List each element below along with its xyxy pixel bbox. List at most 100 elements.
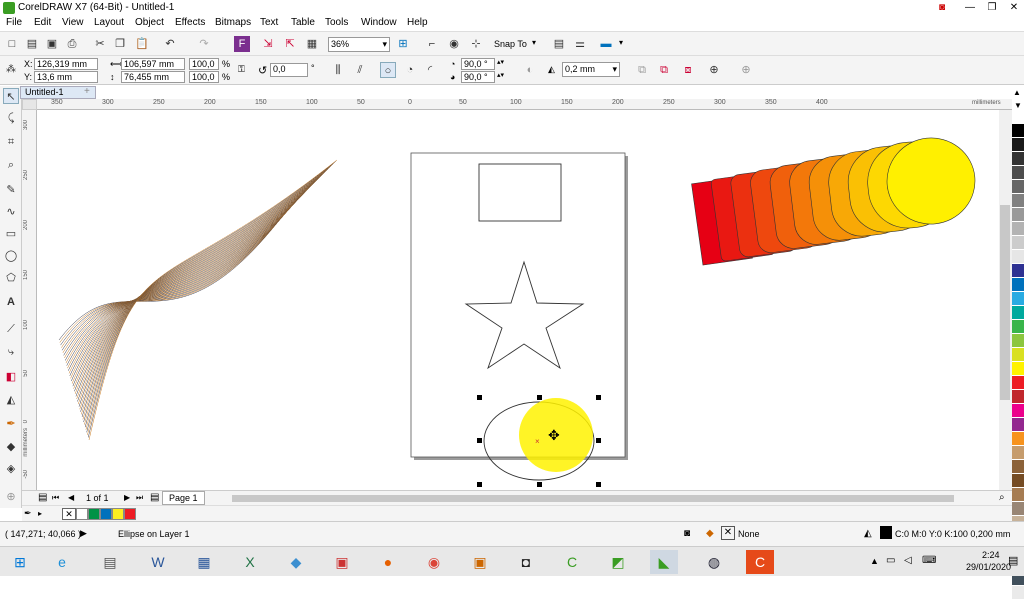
palette-swatch[interactable] <box>1012 376 1024 390</box>
palette-swatch[interactable] <box>1012 166 1024 180</box>
zoom-tool-icon[interactable]: ⌕ <box>3 157 19 173</box>
width-field[interactable]: 106,597 mm <box>121 58 185 70</box>
vertical-scrollbar[interactable] <box>999 110 1012 490</box>
notes-icon[interactable]: ◆ <box>282 550 310 574</box>
scale-y-field[interactable]: 100,0 <box>189 71 219 83</box>
options-icon[interactable]: ⚌ <box>572 36 588 52</box>
palette-swatch[interactable] <box>1012 180 1024 194</box>
palette-swatch[interactable] <box>1012 404 1024 418</box>
scroll-up-icon[interactable]: ▲ <box>1013 88 1021 97</box>
application-launcher-icon[interactable]: ▬ <box>598 36 614 52</box>
next-page-icon[interactable]: ▶ <box>124 493 130 502</box>
palette-swatch[interactable] <box>1012 418 1024 432</box>
eyedropper-tool-icon[interactable]: ✒ <box>3 416 19 432</box>
pick-tool-icon[interactable]: ↖ <box>3 88 19 104</box>
string-art-curves[interactable] <box>58 159 338 441</box>
access-icon[interactable]: ▣ <box>328 550 356 574</box>
show-rulers-icon[interactable]: ⌐ <box>424 36 440 52</box>
palette-menu-icon[interactable]: ▸ <box>38 509 42 518</box>
connector-tool-icon[interactable]: ⤷ <box>3 344 19 360</box>
save-icon[interactable]: ▣ <box>44 36 60 52</box>
edge-icon[interactable]: e <box>48 550 76 574</box>
palette-swatch[interactable] <box>1012 264 1024 278</box>
arc-mode-icon[interactable]: ◜ <box>422 62 438 78</box>
ruler-origin[interactable] <box>22 99 37 110</box>
prev-page-icon[interactable]: ◀ <box>68 493 74 502</box>
palette-swatch[interactable] <box>1012 292 1024 306</box>
palette-swatch[interactable] <box>1012 446 1024 460</box>
pie-mode-icon[interactable]: ◔ <box>402 62 418 78</box>
full-screen-preview-icon[interactable]: ⊞ <box>395 36 411 52</box>
network-icon[interactable]: ▭ <box>886 555 895 566</box>
start-angle-field[interactable]: 90,0 ° <box>461 58 495 70</box>
undo-icon[interactable]: ↶ <box>162 36 178 52</box>
notification-icon[interactable]: ▤ <box>1008 554 1018 567</box>
vertical-ruler[interactable]: 300 250 200 150 100 50 0 -50 millimeters <box>22 110 37 490</box>
text-tool-icon[interactable]: A <box>3 294 19 310</box>
palette-swatch[interactable] <box>1012 432 1024 446</box>
outlook-icon[interactable]: ▦ <box>190 550 218 574</box>
file-explorer-icon[interactable]: ▤ <box>96 550 124 574</box>
open-icon[interactable]: ▤ <box>24 36 40 52</box>
transparency-tool-icon[interactable]: ◭ <box>3 392 19 408</box>
redo-icon[interactable]: ↷ <box>196 36 212 52</box>
palette-swatch[interactable] <box>1012 250 1024 264</box>
menu-effects[interactable]: Effects <box>173 17 207 28</box>
rotation-field[interactable]: 0,0 <box>270 63 308 77</box>
browser-globe-icon[interactable]: ◍ <box>700 550 728 574</box>
polygon-tool-icon[interactable]: ⬠ <box>3 270 19 286</box>
outline-width-dropdown[interactable]: 0,2 mm ▾ <box>562 62 620 77</box>
palette-swatch[interactable] <box>1012 236 1024 250</box>
fill-none-swatch[interactable]: ✕ <box>721 526 735 540</box>
expand-status-icon[interactable]: ▶ <box>80 528 87 539</box>
new-tab-icon[interactable]: + <box>84 86 90 97</box>
publish-pdf-icon[interactable]: ▦ <box>304 36 320 52</box>
crop-tool-icon[interactable]: ⌗ <box>3 134 19 150</box>
palette-swatch[interactable] <box>1012 362 1024 376</box>
drawing-canvas[interactable]: × ✥ <box>37 110 999 490</box>
palette-swatch[interactable] <box>1012 390 1024 404</box>
firefox-icon[interactable]: ● <box>374 550 402 574</box>
search-content-icon[interactable]: F <box>234 36 250 52</box>
first-page-icon[interactable]: ⏮ <box>52 493 59 503</box>
menu-view[interactable]: View <box>60 17 86 28</box>
show-guidelines-icon[interactable]: ⊹ <box>468 36 484 52</box>
palette-swatch[interactable] <box>1012 488 1024 502</box>
blend-shapes[interactable] <box>691 134 980 266</box>
no-color-swatch[interactable]: ✕ <box>62 508 76 520</box>
corel-photo-icon[interactable]: ◩ <box>604 550 632 574</box>
palette-swatch[interactable] <box>1012 124 1024 138</box>
menu-tools[interactable]: Tools <box>323 17 350 28</box>
document-swatch[interactable] <box>100 508 112 520</box>
lock-ratio-icon[interactable]: ⚿ <box>238 64 245 75</box>
document-swatch[interactable] <box>76 508 88 520</box>
horizontal-scrollbar[interactable] <box>232 495 954 502</box>
menu-bitmaps[interactable]: Bitmaps <box>213 17 253 28</box>
mirror-vertical-icon[interactable]: ⫽ <box>352 62 368 78</box>
page-tab[interactable]: Page 1 <box>162 491 205 505</box>
page-options-icon[interactable]: ▤ <box>38 492 47 503</box>
word-icon[interactable]: W <box>144 550 172 574</box>
print-icon[interactable]: ⎙ <box>64 36 80 52</box>
welcome-screen-icon[interactable]: ▤ <box>551 36 567 52</box>
palette-swatch[interactable] <box>1012 586 1024 600</box>
scale-x-field[interactable]: 100,0 <box>189 58 219 70</box>
document-swatch[interactable] <box>112 508 124 520</box>
paste-icon[interactable]: 📋 <box>134 36 150 52</box>
drop-shadow-tool-icon[interactable]: ◧ <box>3 369 19 385</box>
camera-icon[interactable]: ◘ <box>512 550 540 574</box>
add-preset-icon[interactable]: ⊕ <box>738 62 754 78</box>
spin-icon[interactable]: ▴▾ <box>497 71 504 79</box>
palette-swatch[interactable] <box>1012 208 1024 222</box>
add-page-icon[interactable]: ▤ <box>150 492 159 503</box>
last-page-icon[interactable]: ⏭ <box>136 493 143 503</box>
interactive-fill-tool-icon[interactable]: ◆ <box>3 439 19 455</box>
palette-swatch[interactable] <box>1012 334 1024 348</box>
cut-icon[interactable]: ✂ <box>92 36 108 52</box>
palette-swatch[interactable] <box>1012 152 1024 166</box>
convert-to-curves-icon[interactable]: ⊕ <box>706 62 722 78</box>
artistic-media-tool-icon[interactable]: ∿ <box>3 204 19 220</box>
wrap-text-icon[interactable]: ⧈ <box>680 62 696 78</box>
parallel-dimension-tool-icon[interactable]: ⟋ <box>3 321 19 337</box>
document-swatch[interactable] <box>124 508 136 520</box>
